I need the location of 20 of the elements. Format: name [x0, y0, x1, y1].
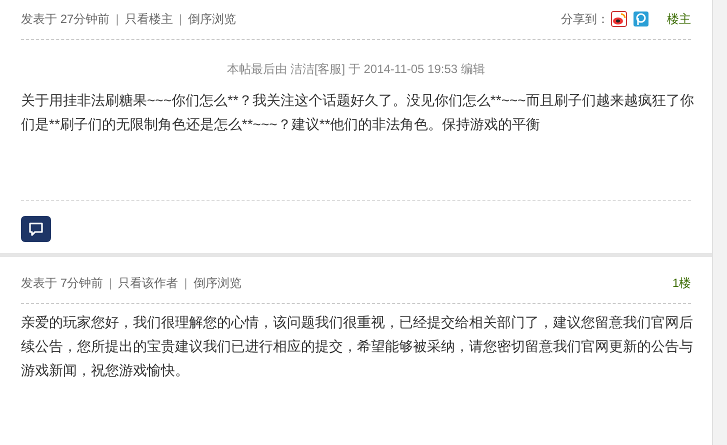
post-time: 发表于 27分钟前 — [21, 11, 110, 28]
share-label: 分享到： — [561, 11, 609, 28]
meta-link[interactable]: 倒序浏览 — [188, 10, 236, 28]
separator: | — [109, 275, 112, 292]
post-time: 发表于 7分钟前 — [21, 275, 104, 292]
reply-button[interactable] — [21, 216, 51, 242]
speech-bubble-icon — [28, 222, 44, 236]
separator: | — [178, 11, 182, 28]
meta-link[interactable]: 只看楼主 — [124, 10, 173, 28]
share-p-icon[interactable] — [633, 11, 649, 27]
weibo-icon[interactable] — [611, 11, 627, 27]
edit-note: 本帖最后由 洁洁[客服] 于 2014-11-05 19:53 编辑 — [226, 61, 486, 78]
post-body: 关于用挂非法刷糖果~~~你们怎么**？我关注这个话题好久了。没见你们怎么**~~~而且刷子们越来越疯狂了你们是**刷子们的无限制角色还是怎么**~~~？建议**他们的非法角色。保持游戏的平衡 — [21, 91, 695, 134]
floor-label: 1楼 — [672, 275, 691, 292]
post-body: 亲爱的玩家您好，我们很理解您的心情，该问题我们很重视，已经提交给相关部门了，建议您留意我们官网后续公告，您所提出的宝贵建议我们已进行相应的提交，希望能够被采纳，请您密切留意我们官网更新的公告与游戏新闻，祝您游戏愉快。 — [21, 313, 694, 380]
floor-label: 楼主 — [667, 11, 691, 28]
meta-link[interactable]: 只看该作者 — [118, 274, 178, 292]
meta-link[interactable]: 倒序浏览 — [193, 274, 242, 292]
separator: | — [184, 275, 188, 292]
separator: | — [116, 11, 119, 28]
